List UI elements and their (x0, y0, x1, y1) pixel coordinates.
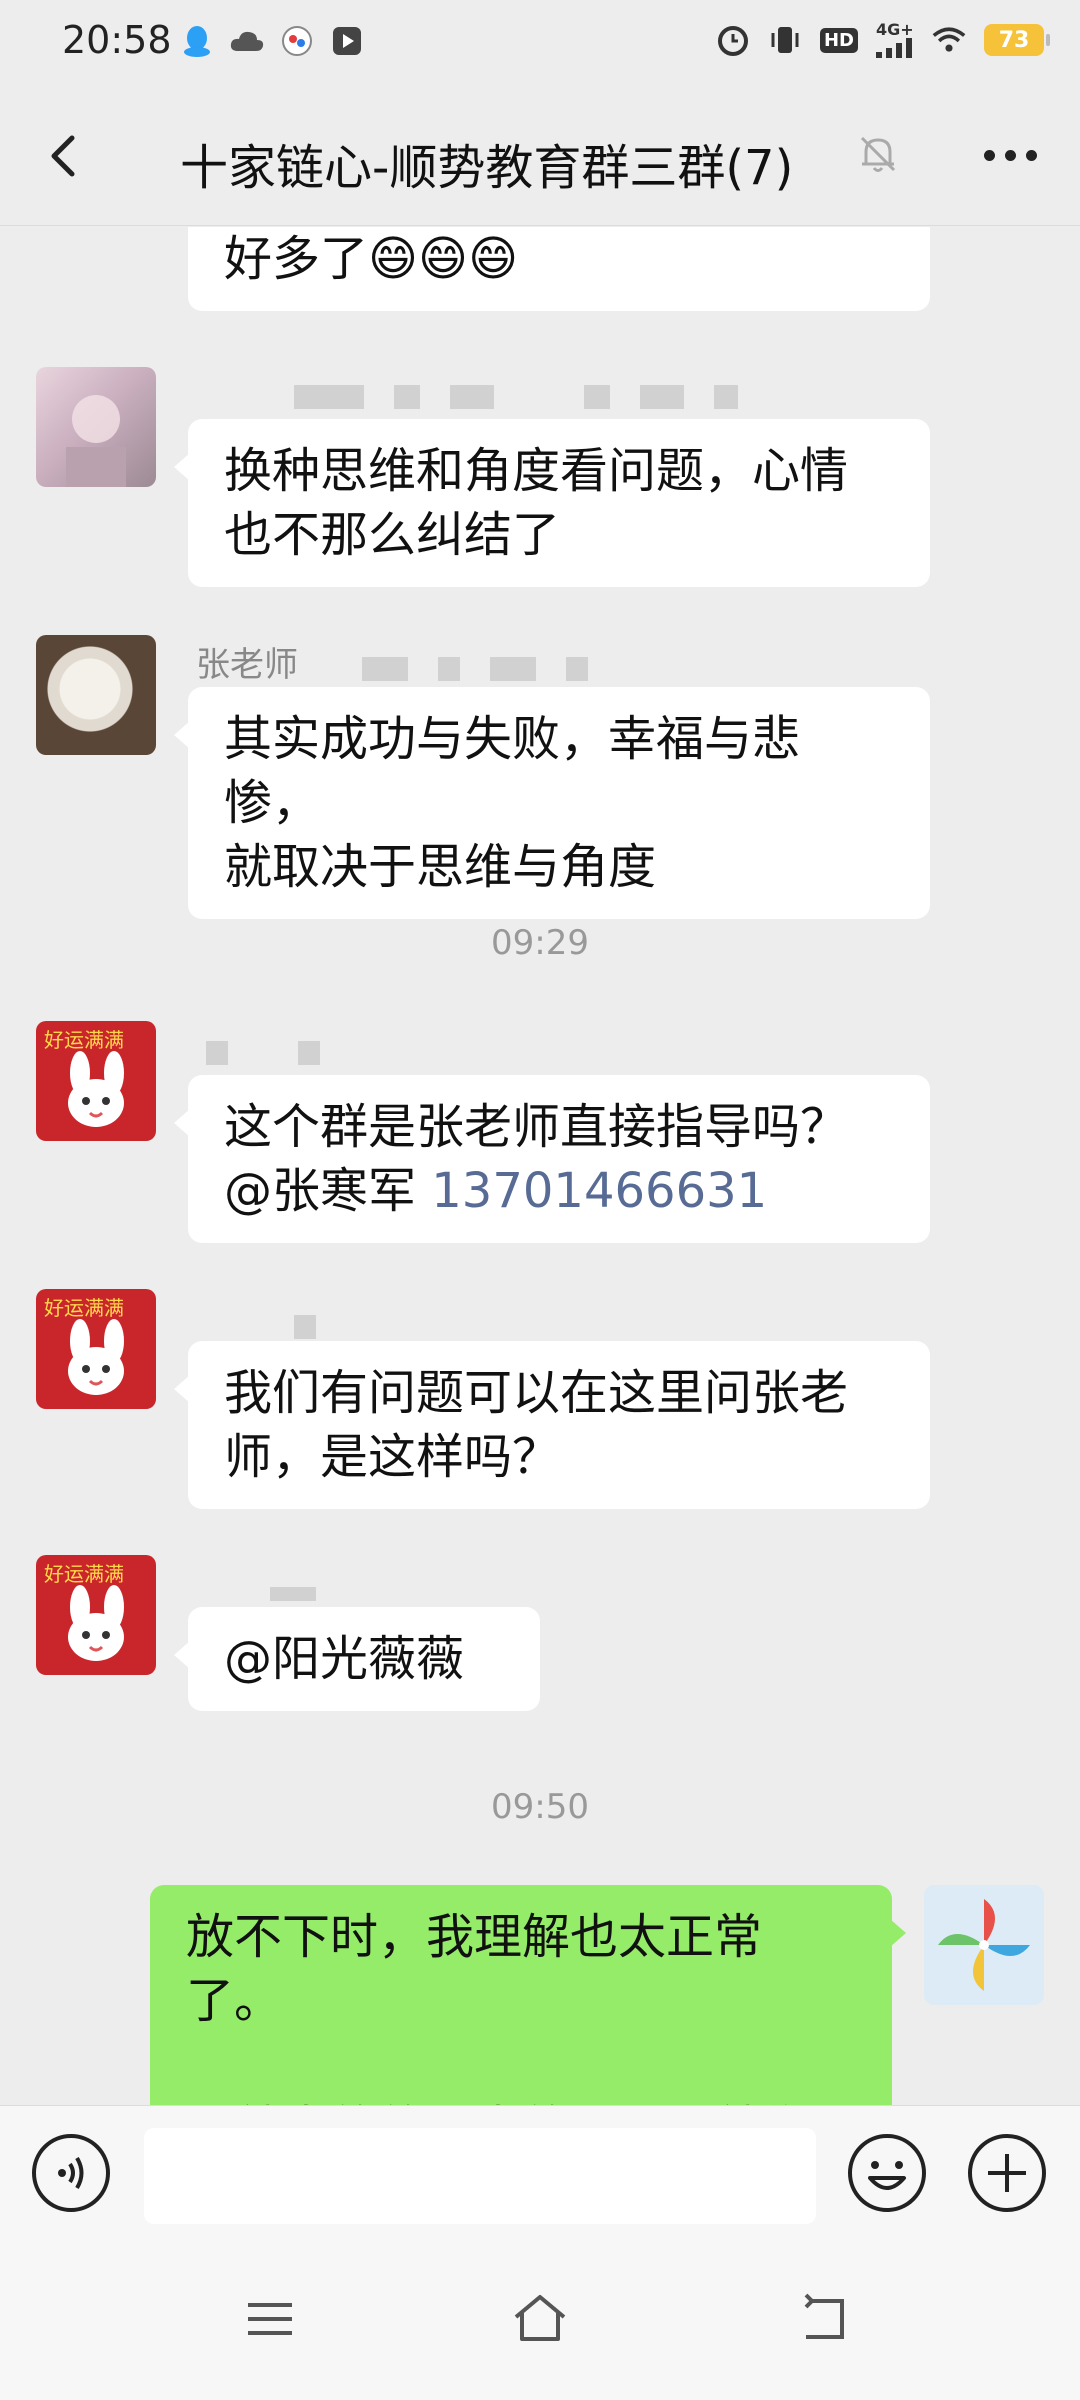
message-text: 我们有问题可以在这里问张老 (224, 1365, 849, 1421)
message-text: 放不下时，我理解也太正常了。 (186, 1909, 763, 2029)
message-bubble[interactable]: @阳光薇薇 (174, 1607, 540, 1711)
svg-text:好运满满: 好运满满 (44, 1562, 124, 1586)
message-bubble[interactable]: 换种思维和角度看问题，心情 也不那么纠结了 (174, 419, 930, 587)
my-message-bubble[interactable]: 放不下时，我理解也太正常了。 那就先放放，先放一下，就像 (150, 1885, 906, 2105)
my-avatar[interactable] (924, 1885, 1044, 2005)
home-icon[interactable] (508, 2287, 572, 2351)
avatar[interactable]: 好运满满 (36, 1289, 156, 1409)
avatar[interactable] (36, 635, 156, 755)
message-text: 好多了😄😄😄 (224, 231, 519, 287)
vibrate-icon (768, 23, 802, 57)
voice-icon (32, 2134, 110, 2212)
message-text: 也不那么纠结了 (224, 507, 561, 563)
message-text: 那就先放放，先放一下，就像 (186, 2097, 856, 2105)
message-text: 师，是这样吗？ (224, 1429, 561, 1485)
menu-icon[interactable] (238, 2287, 302, 2351)
chat-header: 十家链心-顺势教育群三群(7) (0, 86, 1080, 226)
back-button[interactable] (36, 126, 96, 186)
back-icon[interactable] (792, 2287, 856, 2351)
chat-messages[interactable]: 好多了😄😄😄 换种思维和角度看问题，心情 也不那么纠结了 张老师 其实成功与失败… (0, 227, 1080, 2105)
sender-name: 张老师 (196, 645, 298, 685)
status-right-icons: HD 4G+ 73 (716, 22, 1050, 58)
system-nav-bar (0, 2245, 1080, 2400)
message-text: 换种思维和角度看问题，心情 (224, 443, 849, 499)
voice-button[interactable] (30, 2132, 112, 2214)
input-bar (0, 2105, 1080, 2245)
message-bubble[interactable]: 我们有问题可以在这里问张老 师，是这样吗？ (174, 1341, 930, 1509)
qq-icon (180, 24, 214, 58)
message-text: @阳光薇薇 (224, 1631, 465, 1687)
cloud-icon (230, 24, 264, 58)
phone-link[interactable]: 13701466631 (431, 1163, 767, 1219)
chevron-left-icon (51, 135, 75, 177)
status-bar: 20:58 HD 4G+ 73 (0, 0, 1080, 86)
sender-name-blurred (294, 1315, 316, 1339)
svg-text:好运满满: 好运满满 (44, 1296, 124, 1320)
sender-name-blurred (294, 385, 738, 409)
more-dots-icon[interactable] (970, 130, 1050, 180)
network-type: 4G+ (876, 20, 914, 39)
mention: @张寒军 (224, 1163, 432, 1219)
avatar[interactable]: 好运满满 (36, 1021, 156, 1141)
message-mention-line: @张寒军 13701466631 (224, 1159, 894, 1223)
timestamp: 09:50 (491, 1787, 589, 1827)
sender-name-blurred (362, 657, 588, 681)
sender-name-blurred (270, 1587, 316, 1601)
avatar[interactable]: 好运满满 (36, 1555, 156, 1675)
chat-title: 十家链心-顺势教育群三群(7) (180, 140, 794, 196)
emoji-button[interactable] (846, 2132, 928, 2214)
status-time: 20:58 (62, 18, 172, 62)
signal-icon: 4G+ (876, 22, 914, 58)
wifi-icon (932, 23, 966, 57)
emoji-icon (848, 2134, 926, 2212)
avatar[interactable] (36, 367, 156, 487)
message-text: 就取决于思维与角度 (224, 839, 657, 895)
plus-icon (968, 2134, 1046, 2212)
sender-name-blurred (206, 1041, 320, 1065)
svg-text:好运满满: 好运满满 (44, 1028, 124, 1052)
bell-off-icon (854, 130, 902, 178)
alarm-icon (716, 23, 750, 57)
play-icon (330, 24, 364, 58)
message-bubble[interactable]: 其实成功与失败，幸福与悲惨， 就取决于思维与角度 (174, 687, 930, 919)
message-text: 其实成功与失败，幸福与悲惨， (224, 711, 801, 831)
timestamp: 09:29 (491, 923, 589, 963)
plus-button[interactable] (966, 2132, 1048, 2214)
message-text: 这个群是张老师直接指导吗？ (224, 1099, 849, 1155)
app-icon (280, 24, 314, 58)
hd-icon: HD (819, 27, 858, 53)
message-bubble[interactable]: 这个群是张老师直接指导吗？ @张寒军 13701466631 (174, 1075, 930, 1243)
battery-icon: 73 (984, 24, 1050, 56)
message-text (186, 2033, 856, 2097)
status-left-icons (180, 24, 364, 58)
message-bubble[interactable]: 好多了😄😄😄 (188, 227, 930, 311)
message-input[interactable] (144, 2128, 816, 2224)
